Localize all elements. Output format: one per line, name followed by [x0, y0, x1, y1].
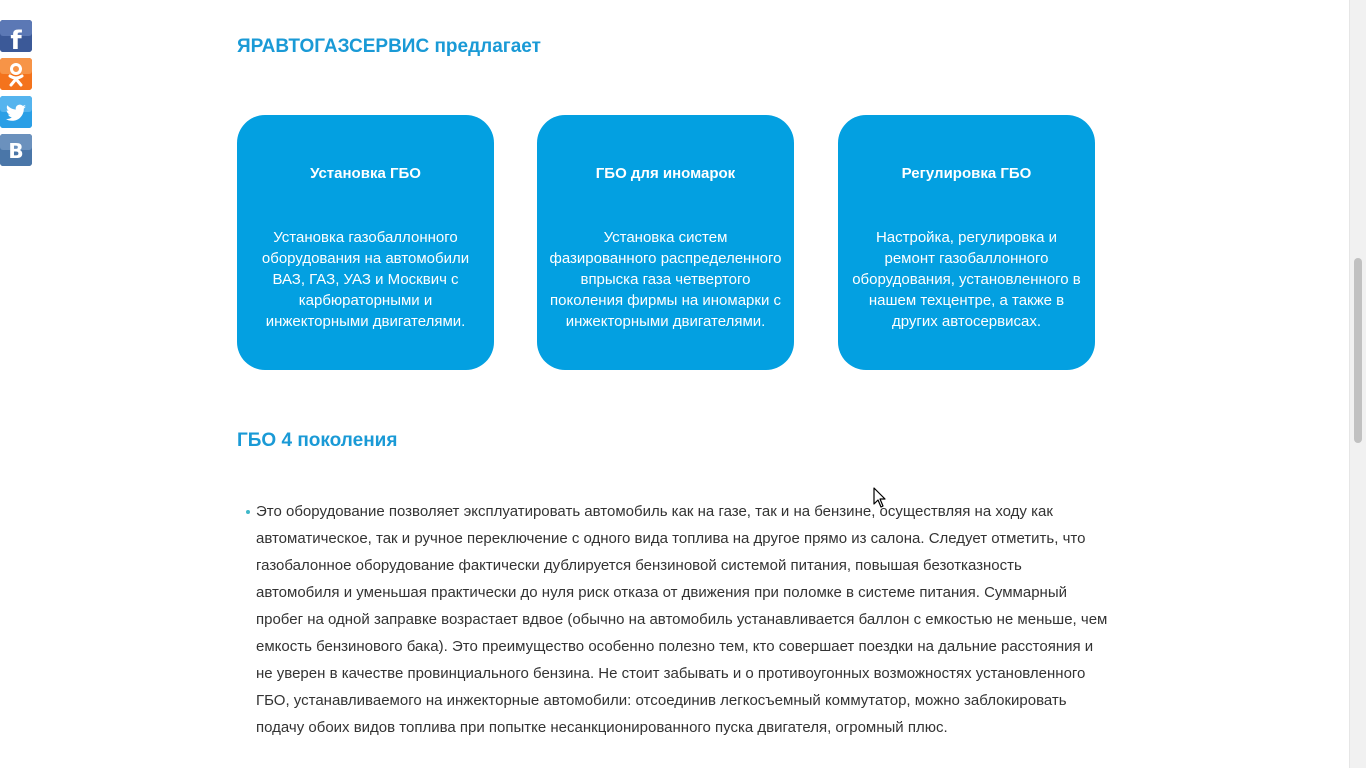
facebook-glyph: f: [10, 26, 22, 52]
list-item-text: Это оборудование позволяет эксплуатирова…: [256, 503, 1108, 736]
odnoklassniki-share-button[interactable]: [0, 58, 32, 90]
odnoklassniki-icon: [0, 58, 32, 90]
offer-card-title: Установка ГБО: [310, 165, 421, 182]
offer-card-foreign[interactable]: ГБО для иномарок Установка систем фазиро…: [537, 115, 794, 370]
social-share-bar: f В: [0, 20, 32, 172]
offer-card-tuning[interactable]: Регулировка ГБО Настройка, регулировка и…: [838, 115, 1095, 370]
vertical-scrollbar[interactable]: [1349, 0, 1366, 768]
gbo4-list: Это оборудование позволяет эксплуатирова…: [237, 498, 1109, 741]
gbo4-heading: ГБО 4 поколения: [237, 430, 398, 451]
vk-share-button[interactable]: В: [0, 134, 32, 166]
bullet-dot: [246, 510, 250, 514]
vk-icon: В: [0, 134, 32, 166]
page: f В ЯРАВТОГАЗСЕРВИС предлагает Установка…: [0, 0, 1366, 768]
twitter-icon: [0, 96, 32, 128]
offer-card-title: ГБО для иномарок: [595, 165, 736, 182]
offer-card-install[interactable]: Установка ГБО Установка газобаллонного о…: [237, 115, 494, 370]
offer-card-text: Установка систем фазированного распредел…: [549, 229, 782, 330]
facebook-share-button[interactable]: f: [0, 20, 32, 52]
offer-cards: Установка ГБО Установка газобаллонного о…: [237, 115, 1109, 370]
offer-card-text: Установка газобаллонного оборудования на…: [261, 229, 470, 330]
list-item: Это оборудование позволяет эксплуатирова…: [237, 498, 1109, 741]
offer-card-title: Регулировка ГБО: [901, 165, 1032, 182]
offer-card-text: Настройка, регулировка и ремонт газобалл…: [852, 229, 1081, 330]
vk-glyph: В: [8, 139, 23, 163]
offers-heading: ЯРАВТОГАЗСЕРВИС предлагает: [237, 36, 541, 57]
facebook-icon: f: [0, 20, 32, 52]
scrollbar-thumb[interactable]: [1354, 258, 1362, 443]
twitter-share-button[interactable]: [0, 96, 32, 128]
mouse-cursor-icon: [873, 487, 886, 508]
